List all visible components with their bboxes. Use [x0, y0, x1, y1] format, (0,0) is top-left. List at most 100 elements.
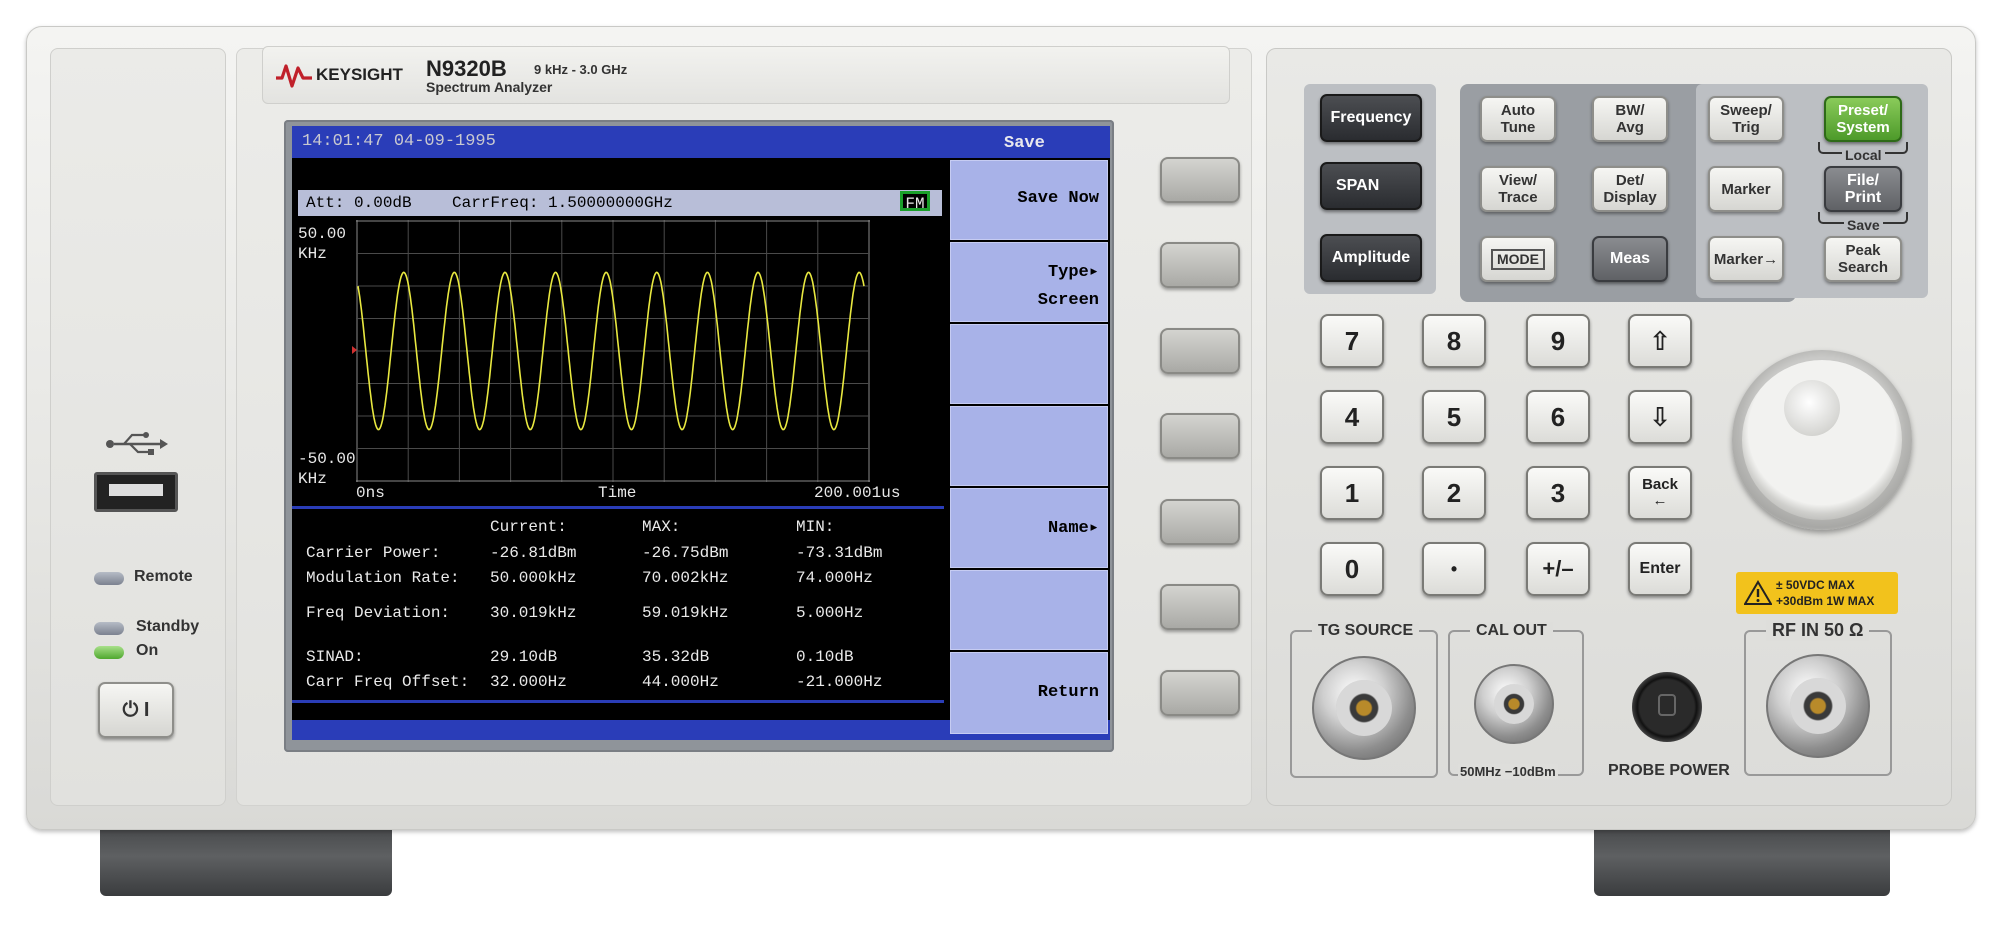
key-6[interactable]: 6: [1526, 390, 1590, 444]
rf-in-label: RF IN 50 Ω: [1766, 620, 1870, 641]
rotary-knob[interactable]: [1732, 350, 1912, 530]
cal-out-connector[interactable]: [1474, 664, 1554, 744]
probe-power-connector[interactable]: [1632, 672, 1702, 742]
back-arrow-icon: ←: [1652, 492, 1668, 509]
power-icon: ⏻ I: [122, 698, 150, 721]
enter-key[interactable]: Enter: [1628, 542, 1692, 596]
up-arrow-key[interactable]: ⇧: [1628, 314, 1692, 368]
usb-icon: [104, 430, 168, 458]
key-8[interactable]: 8: [1422, 314, 1486, 368]
standby-label: Standby: [136, 618, 200, 635]
marker-to-key[interactable]: Marker→: [1708, 236, 1784, 282]
side-softkey-1[interactable]: [1160, 157, 1240, 203]
softkey-4[interactable]: [950, 406, 1108, 486]
file-print-key[interactable]: File/Print: [1824, 166, 1902, 212]
key-9[interactable]: 9: [1526, 314, 1590, 368]
x-right-label: 200.001us: [814, 484, 901, 502]
datetime-readout: 14:01:47 04-09-1995: [302, 132, 496, 151]
rf-in-connector[interactable]: [1766, 654, 1870, 758]
y-bottom-label: -50.00: [298, 450, 356, 468]
local-label: Local: [1842, 147, 1885, 163]
x-left-label: 0ns: [356, 484, 385, 502]
reference-marker: [352, 346, 357, 354]
info-bar: Att: 0.00dB CarrFreq: 1.50000000GHz FM: [298, 190, 942, 216]
side-softkey-4[interactable]: [1160, 413, 1240, 459]
view-trace-key[interactable]: View/Trace: [1480, 166, 1556, 212]
down-arrow-icon: ⇩: [1649, 401, 1671, 432]
bw-avg-key[interactable]: BW/Avg: [1592, 96, 1668, 142]
knob-dimple: [1784, 380, 1840, 436]
side-softkey-5[interactable]: [1160, 499, 1240, 545]
header-max: MAX:: [642, 518, 681, 536]
cal-out-label: CAL OUT: [1470, 622, 1553, 640]
usb-port[interactable]: [94, 472, 178, 512]
header-min: MIN:: [796, 518, 835, 536]
graticule: [356, 220, 870, 482]
softkey-3[interactable]: [950, 324, 1108, 404]
key-3[interactable]: 3: [1526, 466, 1590, 520]
rf-warning-label: ± 50VDC MAX +30dBm 1W MAX: [1736, 572, 1898, 614]
y-bottom-unit: KHz: [298, 470, 327, 488]
tg-source-label: TG SOURCE: [1312, 622, 1420, 640]
key-0[interactable]: 0: [1320, 542, 1384, 596]
meas-key[interactable]: Meas: [1592, 236, 1668, 282]
cal-out-spec: 50MHz −10dBm: [1458, 764, 1558, 779]
amplitude-key[interactable]: Amplitude: [1320, 234, 1422, 282]
mode-badge: FM: [900, 191, 930, 213]
power-button[interactable]: ⏻ I: [98, 682, 174, 738]
mode-key[interactable]: MODE: [1480, 236, 1556, 282]
det-display-key[interactable]: Det/Display: [1592, 166, 1668, 212]
softkey-save-now[interactable]: Save Now: [950, 160, 1108, 240]
down-arrow-key[interactable]: ⇩: [1628, 390, 1692, 444]
sweep-trig-key[interactable]: Sweep/Trig: [1708, 96, 1784, 142]
display-screen: 14:01:47 04-09-1995 Save Att: 0.00dB Car…: [292, 126, 1110, 740]
left-foot: [100, 830, 392, 896]
key-plus-minus[interactable]: +/–: [1526, 542, 1590, 596]
back-key[interactable]: Back ←: [1628, 466, 1692, 520]
side-softkey-7[interactable]: [1160, 670, 1240, 716]
y-top-label: 50.00: [298, 225, 347, 243]
x-axis-label: Time: [598, 484, 637, 502]
header-current: Current:: [490, 518, 567, 536]
y-top-unit: KHz: [298, 245, 327, 263]
key-4[interactable]: 4: [1320, 390, 1384, 444]
right-foot: [1594, 830, 1890, 896]
preset-system-key[interactable]: Preset/System: [1824, 96, 1902, 142]
probe-power-label: PROBE POWER: [1608, 762, 1730, 779]
attenuation-readout: Att: 0.00dB: [306, 194, 412, 212]
remote-led: [94, 572, 124, 585]
title-bar: 14:01:47 04-09-1995 Save: [292, 126, 1110, 158]
softkey-6[interactable]: [950, 570, 1108, 650]
keysight-logo-icon: [276, 62, 312, 88]
softkey-name[interactable]: Name▸: [950, 488, 1108, 568]
brand-bar: [262, 46, 1230, 104]
key-2[interactable]: 2: [1422, 466, 1486, 520]
span-key[interactable]: SPAN: [1320, 162, 1422, 210]
menu-title: Save: [1004, 134, 1045, 153]
side-softkey-3[interactable]: [1160, 328, 1240, 374]
on-label: On: [136, 642, 159, 659]
trace-graph: [356, 220, 870, 482]
tg-source-connector[interactable]: [1312, 656, 1416, 760]
device-subtitle: Spectrum Analyzer: [426, 79, 553, 95]
key-1[interactable]: 1: [1320, 466, 1384, 520]
up-arrow-icon: ⇧: [1649, 325, 1671, 356]
key-7[interactable]: 7: [1320, 314, 1384, 368]
bottom-divider: [292, 700, 944, 703]
peak-search-key[interactable]: Peak Search: [1824, 236, 1902, 282]
blue-divider: [292, 506, 944, 509]
warning-icon: [1744, 580, 1772, 605]
frequency-key[interactable]: Frequency: [1320, 94, 1422, 142]
marker-key[interactable]: Marker: [1708, 166, 1784, 212]
frequency-range: 9 kHz - 3.0 GHz: [534, 62, 628, 77]
softkey-return[interactable]: Return: [950, 652, 1108, 734]
key-5[interactable]: 5: [1422, 390, 1486, 444]
key-decimal[interactable]: •: [1422, 542, 1486, 596]
auto-tune-key[interactable]: Auto Tune: [1480, 96, 1556, 142]
softkey-type[interactable]: Type▸ Screen: [950, 242, 1108, 322]
side-softkey-2[interactable]: [1160, 242, 1240, 288]
standby-led: [94, 622, 124, 635]
side-softkey-6[interactable]: [1160, 584, 1240, 630]
brand-name: KEYSIGHT: [316, 65, 403, 84]
remote-label: Remote: [134, 568, 193, 585]
